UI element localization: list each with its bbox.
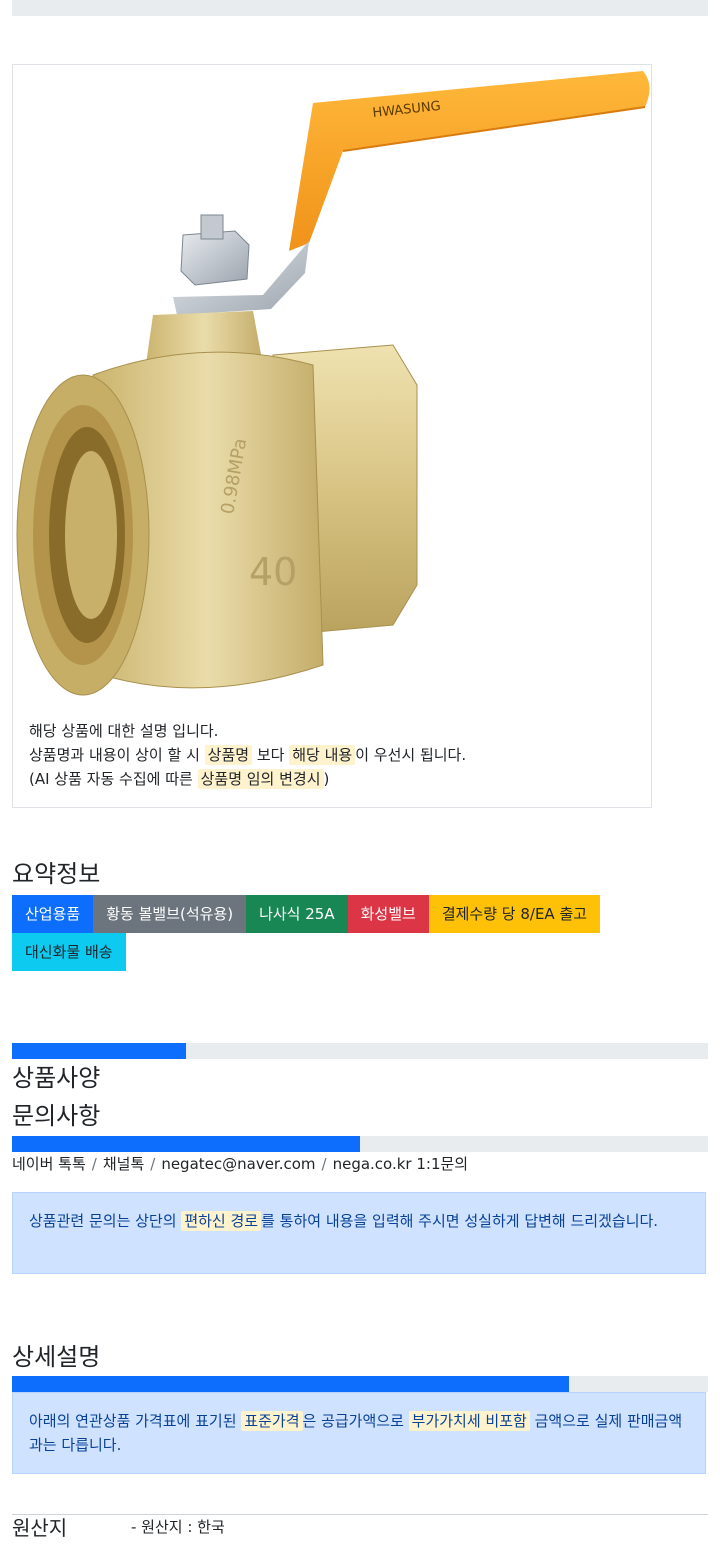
- detail-alert: 아래의 연관상품 가격표에 표기된 표준가격 은 공급가액으로 부가가치세 비포함…: [12, 1392, 706, 1474]
- badge-category: 산업용품: [12, 895, 94, 933]
- badge-connection: 나사식 25A: [246, 895, 348, 933]
- desc-text: 이 우선시 됩니다.: [355, 746, 467, 764]
- inquiry-progress-fill: [12, 1136, 360, 1152]
- desc-text: ): [323, 770, 330, 788]
- inquiry-alert: 상품관련 문의는 상단의 편하신 경로 를 통하여 내용을 입력해 주시면 성실하…: [12, 1192, 706, 1274]
- product-description: 해당 상품에 대한 설명 입니다. 상품명과 내용이 상이 할 시 상품명 보다…: [29, 719, 466, 791]
- highlight-product-name: 상품명: [204, 745, 253, 765]
- detail-progress-fill: [12, 1376, 569, 1392]
- highlight-name-change: 상품명 임의 변경시: [197, 769, 324, 789]
- origin-label: 원산지: [12, 1516, 68, 1540]
- highlight-content: 해당 내용: [289, 745, 356, 765]
- top-bar: [12, 0, 708, 16]
- spec-progress: [12, 1043, 708, 1059]
- badge-quantity: 결제수량 당 8/EA 출고: [428, 895, 601, 933]
- spec-title: 상품사양: [12, 1064, 101, 1092]
- desc-line-1: 해당 상품에 대한 설명 입니다.: [29, 722, 219, 740]
- highlight-convenient-route: 편하신 경로: [181, 1211, 262, 1231]
- product-card: HWASUNG 0.98MPa 40 해당 상품에 대한 설명 입니다. 상품명…: [12, 64, 652, 808]
- badge-brand: 화성밸브: [347, 895, 429, 933]
- size-marking: 40: [249, 550, 297, 594]
- alert-text: 상품관련 문의는 상단의: [29, 1212, 177, 1230]
- desc-text: (AI 상품 자동 수집에 따른: [29, 770, 193, 788]
- separator: /: [91, 1155, 97, 1173]
- contact-naver-talk[interactable]: 네이버 톡톡: [12, 1155, 86, 1173]
- badge-shipping: 대신화물 배송: [12, 933, 126, 971]
- alert-text: 은 공급가액으로: [302, 1412, 404, 1430]
- desc-line-2: 상품명과 내용이 상이 할 시 상품명 보다 해당 내용 이 우선시 됩니다.: [29, 743, 466, 767]
- desc-text: 상품명과 내용이 상이 할 시: [29, 746, 200, 764]
- inquiry-progress: [12, 1136, 708, 1152]
- separator: /: [150, 1155, 156, 1173]
- summary-badges: 산업용품 황동 볼밸브(석유용) 나사식 25A 화성밸브 결제수량 당 8/E…: [12, 895, 712, 971]
- origin-value: - 원산지 : 한국: [131, 1518, 225, 1536]
- badge-product-type: 황동 볼밸브(석유용): [93, 895, 247, 933]
- detail-title: 상세설명: [12, 1343, 101, 1371]
- spec-progress-fill: [12, 1043, 186, 1059]
- desc-text: 보다: [256, 746, 285, 764]
- product-image: HWASUNG 0.98MPa 40: [16, 71, 650, 696]
- origin-divider: [12, 1514, 708, 1515]
- detail-progress: [12, 1376, 708, 1392]
- desc-line-3: (AI 상품 자동 수집에 따른 상품명 임의 변경시): [29, 767, 466, 791]
- contact-channel-talk[interactable]: 채널톡: [103, 1155, 144, 1173]
- contact-email[interactable]: negatec@naver.com: [161, 1155, 315, 1173]
- highlight-standard-price: 표준가격: [241, 1411, 303, 1431]
- alert-text: 를 통하여 내용을 입력해 주시면 성실하게 답변해 드리겠습니다.: [261, 1212, 659, 1230]
- separator: /: [321, 1155, 327, 1173]
- inquiry-title: 문의사항: [12, 1102, 101, 1130]
- alert-text: 아래의 연관상품 가격표에 표기된: [29, 1412, 237, 1430]
- highlight-vat-excluded: 부가가치세 비포함: [408, 1411, 530, 1431]
- summary-title: 요약정보: [12, 860, 101, 888]
- contact-list: 네이버 톡톡 / 채널톡 / negatec@naver.com / nega.co.kr …: [12, 1152, 468, 1176]
- contact-website-inquiry[interactable]: nega.co.kr 1:1문의: [333, 1155, 469, 1173]
